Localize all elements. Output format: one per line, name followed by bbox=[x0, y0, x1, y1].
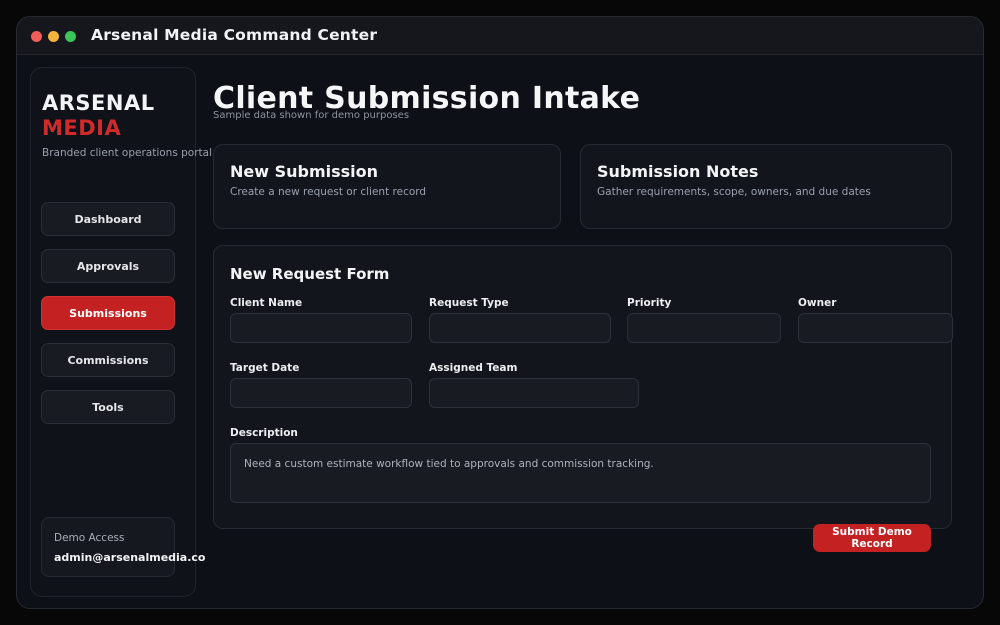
nav-item-commissions[interactable]: Commissions bbox=[41, 343, 175, 377]
nav-item-dashboard[interactable]: Dashboard bbox=[41, 202, 175, 236]
new-submission-desc: Create a new request or client record bbox=[230, 186, 427, 198]
nav-item-approvals[interactable]: Approvals bbox=[41, 249, 175, 283]
brand-word-arsenal: ARSENAL bbox=[42, 91, 155, 115]
demo-access-box: Demo Access admin@arsenalmedia.co bbox=[41, 517, 206, 577]
request-type-label: Request Type bbox=[429, 297, 509, 309]
assigned-team-label: Assigned Team bbox=[429, 362, 518, 374]
new-request-form: New Request Form Client Name Request Typ… bbox=[213, 245, 953, 529]
submission-notes-desc: Gather requirements, scope, owners, and … bbox=[597, 186, 871, 198]
description-textarea[interactable]: Need a custom estimate workflow tied to … bbox=[230, 443, 931, 503]
brand-logo: ARSENAL MEDIA bbox=[42, 91, 155, 141]
submit-demo-record-button[interactable]: Submit Demo Record bbox=[813, 524, 931, 552]
assigned-team-input[interactable] bbox=[429, 378, 639, 408]
window-title: Arsenal Media Command Center bbox=[91, 26, 378, 44]
priority-input[interactable] bbox=[627, 313, 781, 343]
demo-access-email: admin@arsenalmedia.co bbox=[54, 551, 206, 564]
brand-word-media: MEDIA bbox=[42, 116, 122, 140]
client-name-input[interactable] bbox=[230, 313, 412, 343]
brand-tagline: Branded client operations portal bbox=[42, 147, 213, 159]
maximize-window-button[interactable] bbox=[65, 31, 76, 42]
app-window: Arsenal Media Command Center ARSENAL MED… bbox=[16, 16, 984, 609]
new-submission-card[interactable]: New Submission Create a new request or c… bbox=[213, 144, 561, 229]
owner-label: Owner bbox=[798, 297, 837, 309]
request-type-input[interactable] bbox=[429, 313, 611, 343]
title-bar: Arsenal Media Command Center bbox=[17, 17, 983, 55]
nav-item-submissions[interactable]: Submissions bbox=[41, 296, 175, 330]
close-window-button[interactable] bbox=[31, 31, 42, 42]
sidebar: ARSENAL MEDIA Branded client operations … bbox=[30, 67, 212, 597]
target-date-label: Target Date bbox=[230, 362, 300, 374]
minimize-window-button[interactable] bbox=[48, 31, 59, 42]
submission-notes-card: Submission Notes Gather requirements, sc… bbox=[580, 144, 952, 229]
form-title: New Request Form bbox=[230, 265, 390, 283]
new-submission-title: New Submission bbox=[230, 162, 379, 181]
demo-access-label: Demo Access bbox=[54, 532, 125, 544]
nav-item-tools[interactable]: Tools bbox=[41, 390, 175, 424]
target-date-input[interactable] bbox=[230, 378, 412, 408]
page-subtitle: Sample data shown for demo purposes bbox=[213, 110, 410, 121]
client-name-label: Client Name bbox=[230, 297, 303, 309]
description-label: Description bbox=[230, 427, 298, 439]
submission-notes-title: Submission Notes bbox=[597, 162, 759, 181]
priority-label: Priority bbox=[627, 297, 672, 309]
owner-input[interactable] bbox=[798, 313, 953, 343]
